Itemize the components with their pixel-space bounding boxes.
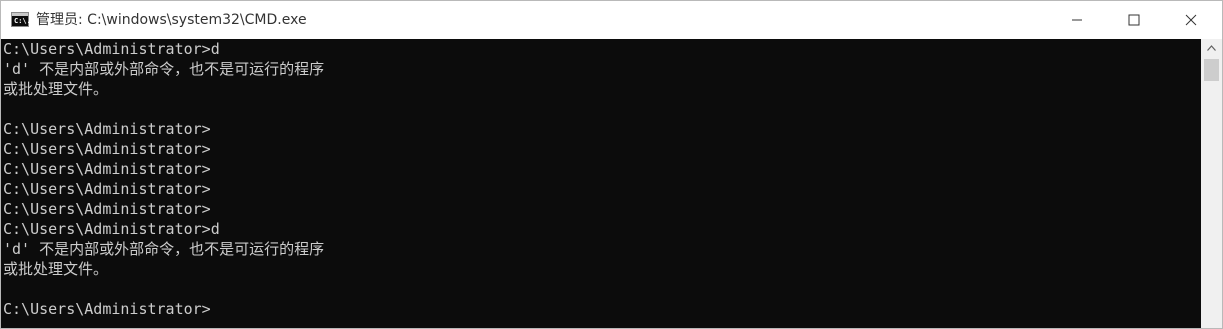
maximize-button[interactable] [1111, 1, 1157, 39]
console-line: C:\Users\Administrator>d [3, 220, 220, 238]
minimize-button[interactable] [1054, 1, 1100, 39]
app-icon-bar [12, 13, 28, 16]
console-line: 或批处理文件。 [3, 260, 109, 278]
console-output[interactable]: C:\Users\Administrator>d 'd' 不是内部或外部命令，也… [1, 39, 1201, 328]
scroll-up-button[interactable] [1201, 39, 1222, 56]
console-line: C:\Users\Administrator> [3, 140, 211, 158]
console-line: 或批处理文件。 [3, 80, 109, 98]
vertical-scrollbar[interactable] [1201, 39, 1222, 328]
close-icon [1185, 14, 1197, 26]
app-icon-glyph: C:\. [14, 17, 31, 25]
console-line: 'd' 不是内部或外部命令，也不是可运行的程序 [3, 60, 325, 78]
console-app-icon[interactable]: C:\. [11, 12, 31, 27]
close-button[interactable] [1168, 1, 1214, 39]
cmd-window: C:\. 管理员: C:\windows\system32\CMD.exe C:… [0, 0, 1223, 329]
minimize-icon [1072, 19, 1082, 21]
console-line: 'd' 不是内部或外部命令，也不是可运行的程序 [3, 240, 325, 258]
console-prompt-line[interactable]: C:\Users\Administrator> [3, 299, 211, 319]
chevron-up-icon [1207, 44, 1216, 51]
console-line: C:\Users\Administrator> [3, 160, 211, 178]
console-line: C:\Users\Administrator> [3, 180, 211, 198]
console-line: C:\Users\Administrator> [3, 120, 211, 138]
scrollbar-thumb[interactable] [1204, 59, 1219, 81]
title-bar[interactable]: C:\. 管理员: C:\windows\system32\CMD.exe [1, 1, 1222, 39]
window-title: 管理员: C:\windows\system32\CMD.exe [36, 12, 307, 28]
console-line: C:\Users\Administrator> [3, 200, 211, 218]
maximize-icon [1128, 14, 1140, 26]
console-line: C:\Users\Administrator>d [3, 40, 220, 58]
